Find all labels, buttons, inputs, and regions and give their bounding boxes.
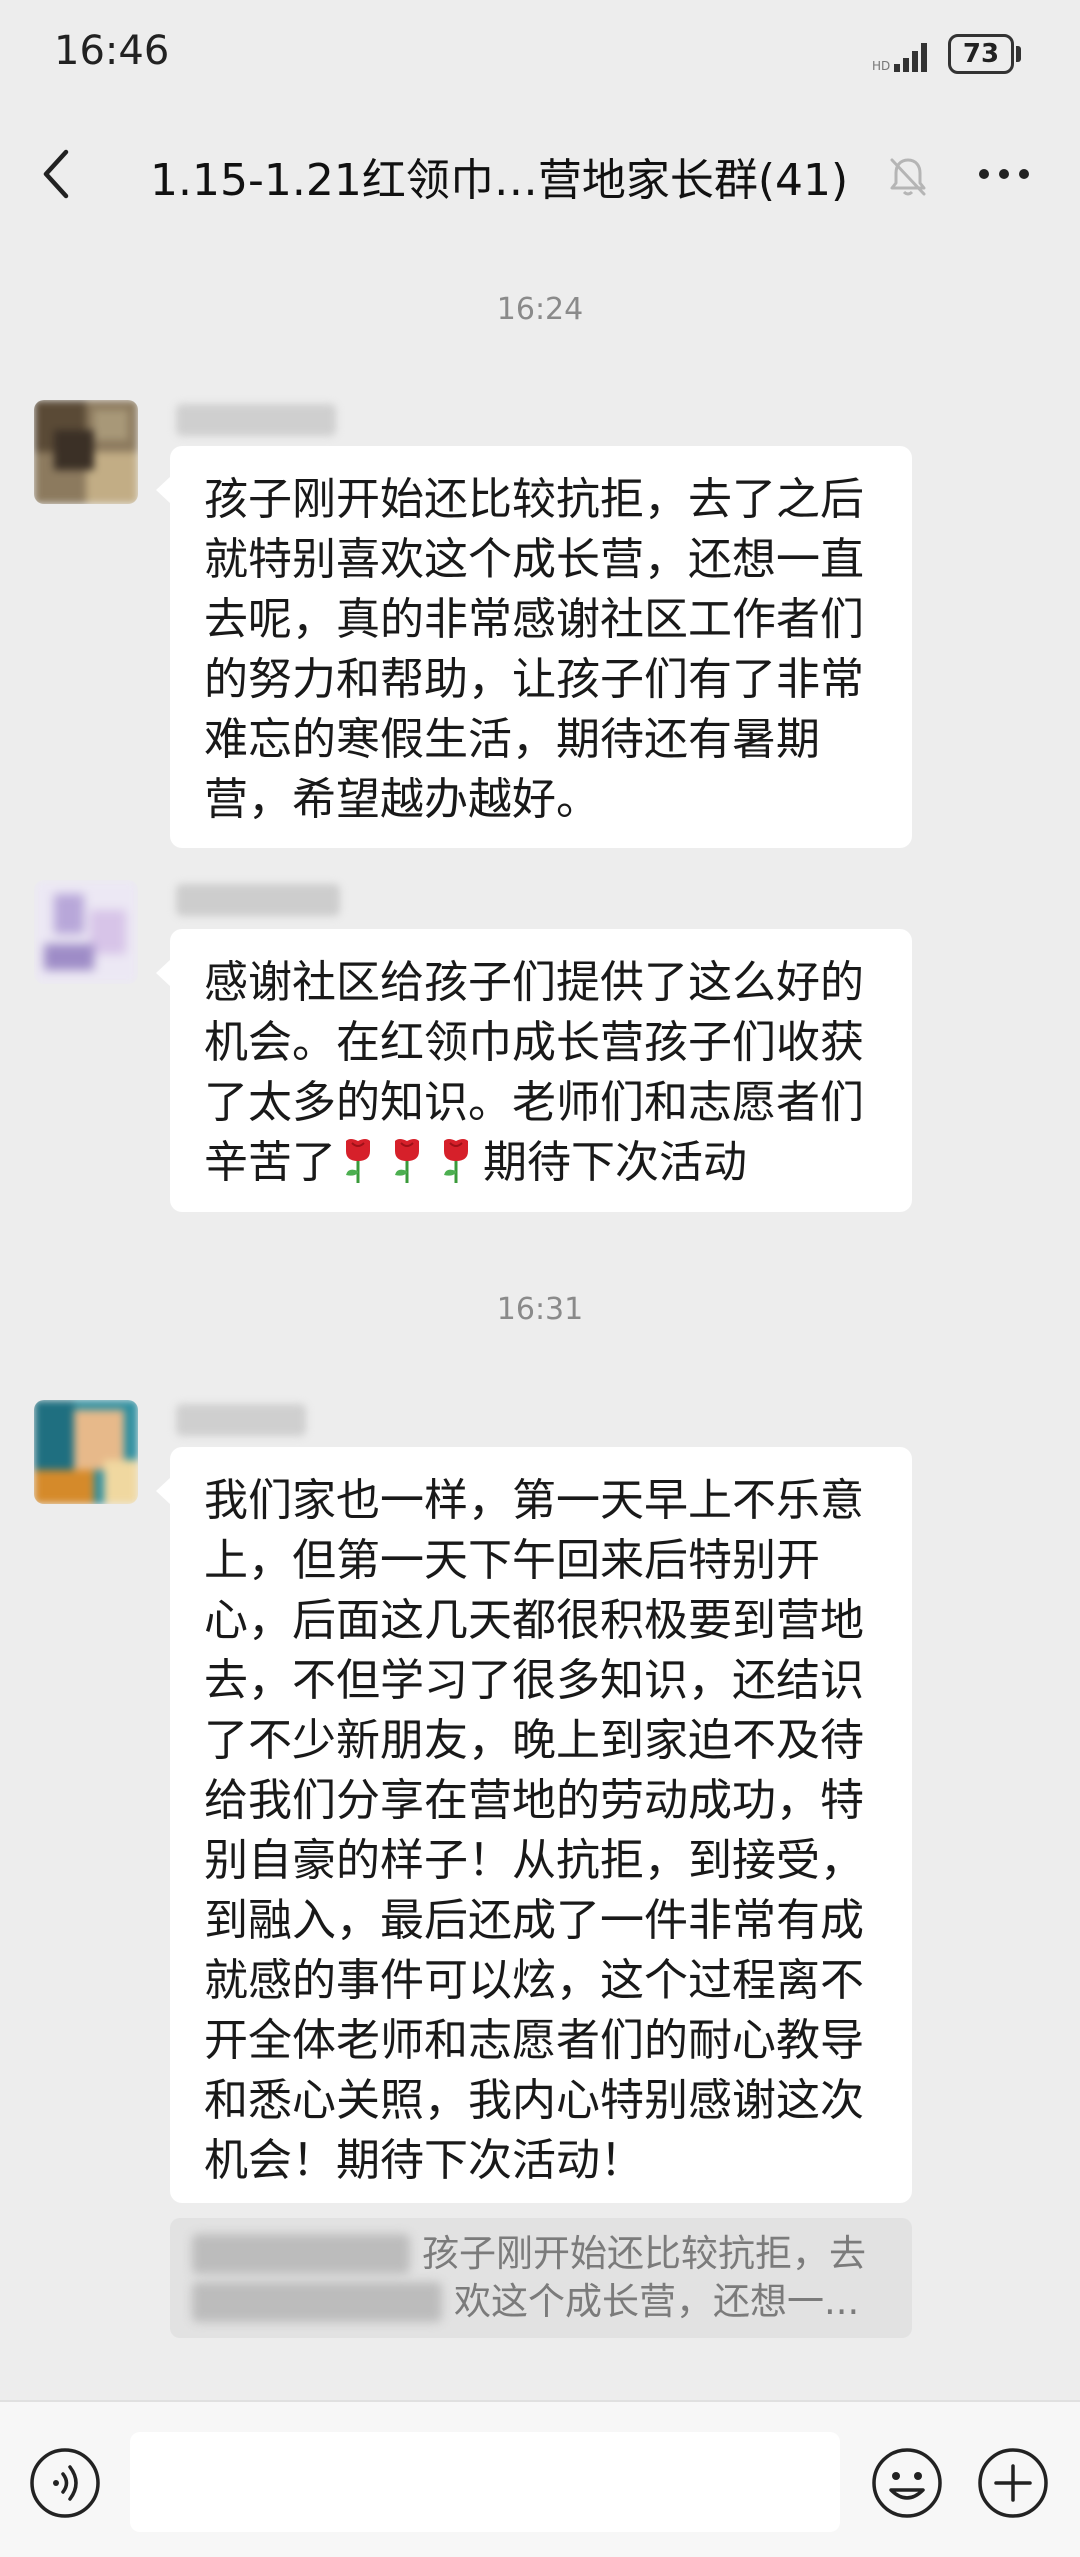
message-bubble[interactable]: 我们家也一样，第一天早上不乐意上，但第一天下午回来后特别开心，后面这几天都很积极… (156, 1447, 912, 2203)
status-time: 16:46 (54, 28, 170, 74)
message-text: 孩子刚开始还比较抗拒，去了之后就特别喜欢这个成长营，还想一直去呢，真的非常感谢社… (204, 474, 864, 825)
status-bar: 16:46 HD 73 (0, 0, 1080, 110)
avatar[interactable] (34, 400, 138, 504)
message-input[interactable] (130, 2432, 840, 2532)
rose-emoji-icon (395, 1139, 419, 1183)
message-bubble[interactable]: 孩子刚开始还比较抗拒，去了之后就特别喜欢这个成长营，还想一直去呢，真的非常感谢社… (156, 446, 912, 848)
message-bubble[interactable]: 感谢社区给孩子们提供了这么好的机会。在红领巾成长营孩子们收获了太多的知识。老师们… (156, 929, 912, 1212)
quoted-sender-blur (192, 2234, 410, 2274)
mute-bell-icon (890, 158, 926, 196)
sender-name (176, 1404, 306, 1436)
message-timestamp: 16:24 (496, 292, 584, 327)
back-arrow-icon[interactable] (36, 144, 76, 204)
quoted-text-line-2: 欢这个成长营，还想一... (454, 2280, 860, 2323)
rose-emoji-icon (444, 1139, 468, 1183)
sender-name (176, 404, 336, 436)
voice-input-icon[interactable] (28, 2446, 102, 2520)
emoji-icon[interactable] (870, 2446, 944, 2520)
message-text: 我们家也一样，第一天早上不乐意上，但第一天下午回来后特别开心，后面这几天都很积极… (204, 1475, 864, 2186)
chat-screen: 16:46 HD 73 1.15-1.21红领巾…营地家长群(41) 16:24 (0, 0, 1080, 2557)
signal-icon: HD (872, 43, 927, 73)
avatar[interactable] (34, 880, 138, 984)
more-dots-icon[interactable] (976, 152, 1032, 196)
title-bar: 1.15-1.21红领巾…营地家长群(41) (0, 110, 1080, 240)
message-timestamp: 16:31 (496, 1292, 584, 1327)
message-text: 期待下次活动 (483, 1137, 747, 1188)
quoted-text-line-1: 孩子刚开始还比较抗拒，去 (422, 2232, 866, 2275)
quoted-text-blur (192, 2282, 442, 2322)
sender-name (176, 884, 340, 916)
battery-indicator: 73 (948, 34, 1014, 74)
quoted-message[interactable]: 孩子刚开始还比较抗拒，去 欢这个成长营，还想一... (170, 2218, 912, 2338)
svg-text:HD: HD (872, 59, 890, 73)
plus-icon[interactable] (976, 2446, 1050, 2520)
battery-tip (1016, 46, 1021, 62)
input-bar (0, 2402, 1080, 2557)
rose-emoji-icon (346, 1139, 370, 1183)
avatar[interactable] (34, 1400, 138, 1504)
chat-title[interactable]: 1.15-1.21红领巾…营地家长群(41) (150, 144, 848, 208)
